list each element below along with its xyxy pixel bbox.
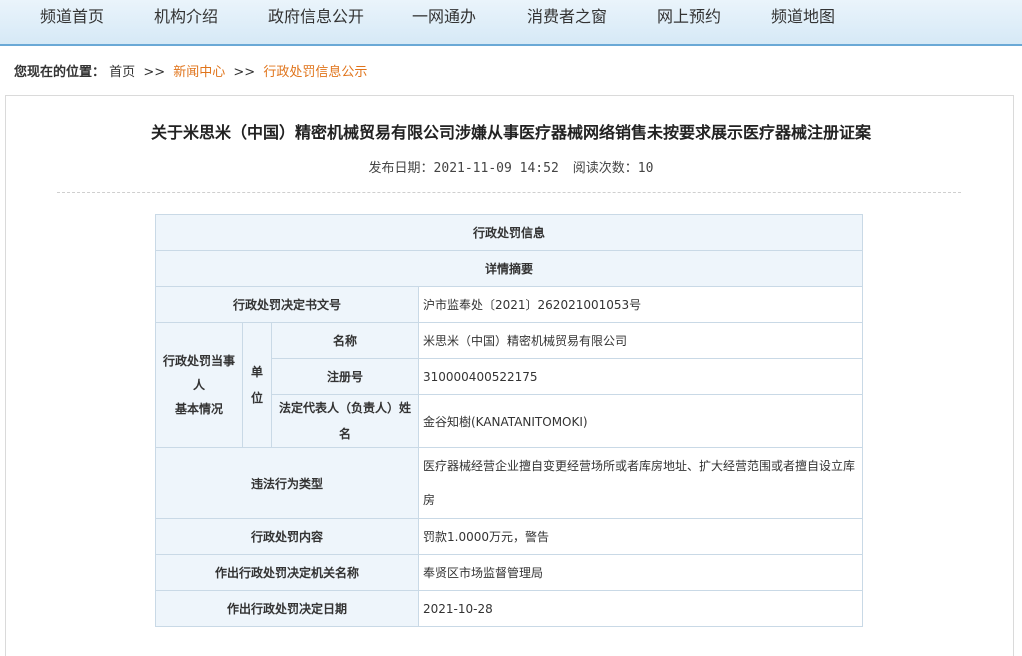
table-subheader: 详情摘要 xyxy=(154,250,864,287)
unit-label-line1: 单 xyxy=(250,365,263,379)
nav-item-gov-info[interactable]: 政府信息公开 xyxy=(268,0,364,36)
breadcrumb-separator: >> xyxy=(143,65,166,80)
doc-number-label: 行政处罚决定书文号 xyxy=(155,286,419,323)
unit-label-line2: 位 xyxy=(250,391,263,405)
breadcrumb-current-link[interactable]: 行政处罚信息公示 xyxy=(263,65,367,80)
doc-number-value: 沪市监奉处〔2021〕262021001053号 xyxy=(417,286,864,323)
nav-item-booking[interactable]: 网上预约 xyxy=(657,0,721,36)
publish-date-label: 发布日期： xyxy=(368,161,434,176)
party-label-line2: 人 xyxy=(192,378,205,392)
unit-label: 单 位 xyxy=(242,322,272,448)
nav-item-sitemap[interactable]: 频道地图 xyxy=(771,0,835,36)
table-header: 行政处罚信息 xyxy=(154,214,864,251)
decision-org-value: 奉贤区市场监督管理局 xyxy=(417,554,864,591)
legal-rep-value: 金谷知樹(KANATANITOMOKI) xyxy=(417,394,864,448)
violation-type-value: 医疗器械经营企业擅自变更经营场所或者库房地址、扩大经营范围或者擅自设立库房 xyxy=(417,447,864,519)
publish-date: 2021-11-09 14:52 xyxy=(433,161,559,176)
violation-type-label: 违法行为类型 xyxy=(155,447,419,519)
decision-org-label: 作出行政处罚决定机关名称 xyxy=(155,554,419,591)
party-label-line3: 基本情况 xyxy=(174,402,223,416)
article-meta: 发布日期：2021-11-09 14:52 阅读次数：10 xyxy=(0,157,1022,176)
top-nav: 频道首页 机构介绍 政府信息公开 一网通办 消费者之窗 网上预约 频道地图 xyxy=(0,0,1022,46)
decision-date-value: 2021-10-28 xyxy=(417,590,864,627)
reg-number-label: 注册号 xyxy=(271,358,419,395)
nav-item-home[interactable]: 频道首页 xyxy=(40,0,104,36)
nav-item-one-network[interactable]: 一网通办 xyxy=(412,0,476,36)
view-count: 10 xyxy=(637,161,654,176)
nav-item-consumer[interactable]: 消费者之窗 xyxy=(527,0,607,36)
view-count-label: 阅读次数： xyxy=(572,161,638,176)
penalty-content-label: 行政处罚内容 xyxy=(155,518,419,555)
penalty-content-value: 罚款1.0000万元，警告 xyxy=(417,518,864,555)
nav-item-about[interactable]: 机构介绍 xyxy=(154,0,218,36)
legal-rep-label: 法定代表人（负责人）姓名 xyxy=(271,394,419,448)
reg-number-value: 310000400522175 xyxy=(417,358,864,395)
breadcrumb-home-link[interactable]: 首页 xyxy=(109,65,135,80)
article-title: 关于米思米（中国）精密机械贸易有限公司涉嫌从事医疗器械网络销售未按要求展示医疗器… xyxy=(150,123,871,142)
breadcrumb-label: 您现在的位置： xyxy=(14,65,106,80)
breadcrumb: 您现在的位置： 首页 >> 新闻中心 >> 行政处罚信息公示 xyxy=(14,61,367,80)
party-label-line1: 行政处罚当事 xyxy=(162,354,235,368)
divider xyxy=(57,192,961,193)
name-value: 米思米（中国）精密机械贸易有限公司 xyxy=(417,322,864,359)
party-label: 行政处罚当事 人 基本情况 xyxy=(155,322,243,448)
breadcrumb-news-link[interactable]: 新闻中心 xyxy=(173,65,225,80)
penalty-info-table: 行政处罚信息 详情摘要 行政处罚决定书文号 沪市监奉处〔2021〕2620210… xyxy=(154,214,864,627)
name-label: 名称 xyxy=(271,322,419,359)
decision-date-label: 作出行政处罚决定日期 xyxy=(155,590,419,627)
breadcrumb-separator: >> xyxy=(233,65,256,80)
